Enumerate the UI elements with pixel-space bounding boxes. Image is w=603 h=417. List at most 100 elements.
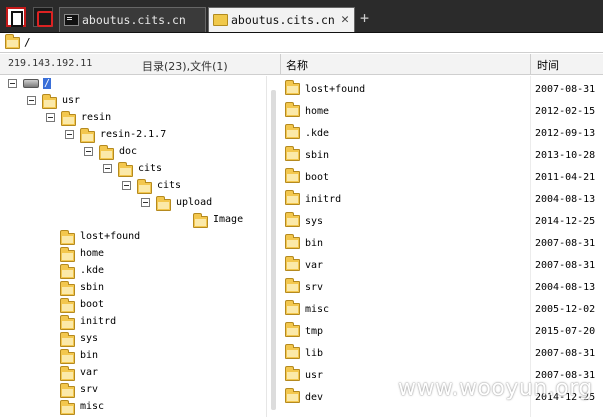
tree-item[interactable]: resin-2.1.7 bbox=[0, 127, 266, 144]
tree-item[interactable]: sys bbox=[0, 331, 266, 348]
folder-icon bbox=[193, 213, 208, 228]
new-tab-button[interactable]: + bbox=[360, 8, 369, 28]
collapse-toggle-icon[interactable] bbox=[103, 164, 112, 173]
file-row[interactable]: tmp 2015-07-20 bbox=[280, 320, 603, 342]
stop-icon[interactable] bbox=[33, 7, 53, 27]
tree-item[interactable]: sbin bbox=[0, 280, 266, 297]
app-logo-icon[interactable] bbox=[6, 7, 26, 27]
server-ip: 219.143.192.11 bbox=[8, 58, 93, 69]
tree-item[interactable]: Image bbox=[0, 212, 266, 229]
tree-item-label: doc bbox=[119, 146, 138, 157]
tree-item[interactable]: cits bbox=[0, 178, 266, 195]
file-name: sbin bbox=[305, 150, 330, 161]
file-time: 2004-08-13 bbox=[535, 282, 596, 293]
collapse-toggle-icon[interactable] bbox=[141, 198, 150, 207]
tab-terminal[interactable]: aboutus.cits.cn bbox=[59, 7, 206, 32]
file-time: 2007-08-31 bbox=[535, 260, 596, 271]
tree-item[interactable]: bin bbox=[0, 348, 266, 365]
file-time: 2007-08-31 bbox=[535, 84, 596, 95]
folder-icon bbox=[42, 94, 57, 109]
tree-item[interactable]: upload bbox=[0, 195, 266, 212]
file-time: 2005-12-02 bbox=[535, 304, 596, 315]
tab-label: aboutus.cits.cn bbox=[82, 13, 186, 27]
tree-item[interactable]: / bbox=[0, 76, 266, 93]
file-row[interactable]: srv 2004-08-13 bbox=[280, 276, 603, 298]
file-row[interactable]: bin 2007-08-31 bbox=[280, 232, 603, 254]
file-name: dev bbox=[305, 392, 324, 403]
tab-file-manager[interactable]: aboutus.cits.cn ✕ bbox=[208, 7, 355, 32]
column-name-header[interactable]: 名称 bbox=[286, 57, 308, 73]
folder-icon bbox=[156, 196, 171, 211]
collapse-toggle-icon[interactable] bbox=[8, 79, 17, 88]
folder-icon bbox=[60, 315, 75, 330]
tree-item-label: srv bbox=[80, 384, 99, 395]
tree-item[interactable]: usr bbox=[0, 93, 266, 110]
folder-icon bbox=[60, 349, 75, 364]
file-row[interactable]: lib 2007-08-31 bbox=[280, 342, 603, 364]
collapse-toggle-icon[interactable] bbox=[46, 113, 55, 122]
collapse-toggle-icon[interactable] bbox=[27, 96, 36, 105]
divider bbox=[280, 54, 281, 75]
tree-item-label: cits bbox=[138, 163, 163, 174]
file-name: usr bbox=[305, 370, 324, 381]
file-row[interactable]: var 2007-08-31 bbox=[280, 254, 603, 276]
tree-item-label: lost+found bbox=[80, 231, 141, 242]
file-row[interactable]: .kde 2012-09-13 bbox=[280, 122, 603, 144]
file-time: 2013-10-28 bbox=[535, 150, 596, 161]
file-row[interactable]: home 2012-02-15 bbox=[280, 100, 603, 122]
tree-item[interactable]: resin bbox=[0, 110, 266, 127]
tree-item[interactable]: doc bbox=[0, 144, 266, 161]
collapse-toggle-icon[interactable] bbox=[122, 181, 131, 190]
column-time-header[interactable]: 时间 bbox=[537, 57, 559, 73]
file-list: lost+found 2007-08-31 home 2012-02-15 .kde 20… bbox=[280, 76, 603, 417]
tree-item[interactable]: boot bbox=[0, 297, 266, 314]
path-bar[interactable]: / bbox=[0, 33, 603, 53]
tree-item[interactable]: initrd bbox=[0, 314, 266, 331]
tree-item-label: boot bbox=[80, 299, 105, 310]
tree-item[interactable]: lost+found bbox=[0, 229, 266, 246]
file-name: misc bbox=[305, 304, 330, 315]
file-row[interactable]: misc 2005-12-02 bbox=[280, 298, 603, 320]
folder-icon bbox=[285, 278, 300, 293]
file-name: lost+found bbox=[305, 84, 366, 95]
tree-scrollbar[interactable] bbox=[266, 76, 280, 417]
file-name: boot bbox=[305, 172, 330, 183]
divider[interactable] bbox=[530, 54, 531, 75]
folder-icon bbox=[285, 300, 300, 315]
tree-item-label: cits bbox=[157, 180, 182, 191]
collapse-toggle-icon[interactable] bbox=[84, 147, 93, 156]
folder-icon bbox=[285, 344, 300, 359]
folder-icon bbox=[285, 146, 300, 161]
file-row[interactable]: boot 2011-04-21 bbox=[280, 166, 603, 188]
tree-item-label: resin bbox=[81, 112, 112, 123]
file-time: 2012-02-15 bbox=[535, 106, 596, 117]
scrollbar-thumb[interactable] bbox=[271, 90, 276, 410]
tree-item-label: usr bbox=[62, 95, 81, 106]
path-input[interactable]: / bbox=[24, 36, 31, 49]
terminal-icon bbox=[64, 14, 79, 26]
tree-item[interactable]: srv bbox=[0, 382, 266, 399]
tree-item[interactable]: home bbox=[0, 246, 266, 263]
file-row[interactable]: sys 2014-12-25 bbox=[280, 210, 603, 232]
folder-icon bbox=[137, 179, 152, 194]
file-row[interactable]: initrd 2004-08-13 bbox=[280, 188, 603, 210]
file-time: 2007-08-31 bbox=[535, 348, 596, 359]
tree-item-label: sys bbox=[80, 333, 99, 344]
collapse-toggle-icon[interactable] bbox=[65, 130, 74, 139]
folder-icon bbox=[5, 34, 20, 49]
file-name: lib bbox=[305, 348, 324, 359]
folder-icon bbox=[60, 366, 75, 381]
file-time: 2014-12-25 bbox=[535, 216, 596, 227]
tree-item[interactable]: misc bbox=[0, 399, 266, 416]
tree-item-label: upload bbox=[176, 197, 213, 208]
file-name: sys bbox=[305, 216, 324, 227]
tree-item[interactable]: var bbox=[0, 365, 266, 382]
tab-label: aboutus.cits.cn bbox=[231, 13, 335, 27]
file-row[interactable]: lost+found 2007-08-31 bbox=[280, 78, 603, 100]
tree-item[interactable]: cits bbox=[0, 161, 266, 178]
close-tab-icon[interactable]: ✕ bbox=[341, 8, 349, 32]
file-time: 2007-08-31 bbox=[535, 238, 596, 249]
folder-icon bbox=[60, 400, 75, 415]
file-row[interactable]: sbin 2013-10-28 bbox=[280, 144, 603, 166]
tree-item[interactable]: .kde bbox=[0, 263, 266, 280]
